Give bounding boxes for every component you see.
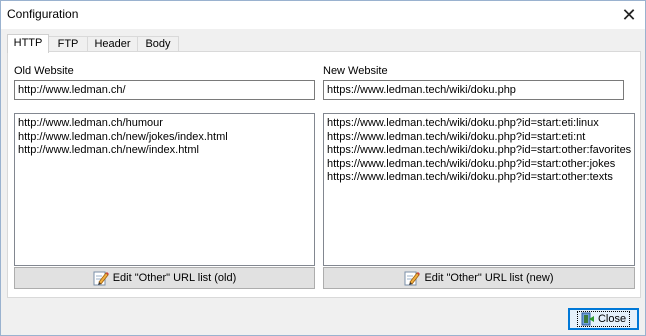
close-button-label: Close [597, 313, 627, 325]
list-item[interactable]: https://www.ledman.tech/wiki/doku.php?id… [327, 144, 631, 158]
list-item[interactable]: http://www.ledman.ch/new/index.html [18, 144, 311, 158]
tab-ftp[interactable]: FTP [48, 36, 88, 52]
list-item[interactable]: https://www.ledman.tech/wiki/doku.php?id… [327, 117, 631, 131]
door-exit-icon [581, 312, 594, 326]
list-item[interactable]: http://www.ledman.ch/humour [18, 117, 311, 131]
close-button[interactable]: Close [568, 308, 639, 330]
old-url-list[interactable]: http://www.ledman.ch/humour http://www.l… [14, 113, 315, 266]
http-tab-panel: Old Website http://www.ledman.ch/ http:/… [7, 51, 641, 298]
list-item[interactable]: http://www.ledman.ch/new/jokes/index.htm… [18, 131, 311, 145]
new-website-input[interactable]: https://www.ledman.tech/wiki/doku.php [323, 80, 624, 100]
list-item[interactable]: https://www.ledman.tech/wiki/doku.php?id… [327, 158, 631, 172]
edit-old-url-list-button[interactable]: Edit "Other" URL list (old) [14, 267, 315, 289]
close-button-focus: Close [576, 311, 631, 327]
edit-new-url-list-label: Edit "Other" URL list (new) [424, 272, 554, 284]
pencil-icon [93, 271, 109, 286]
window-title: Configuration [7, 7, 79, 21]
tab-body[interactable]: Body [137, 36, 179, 52]
list-item[interactable]: https://www.ledman.tech/wiki/doku.php?id… [327, 171, 631, 185]
new-website-label: New Website [323, 65, 388, 77]
new-url-list[interactable]: https://www.ledman.tech/wiki/doku.php?id… [323, 113, 635, 266]
edit-old-url-list-label: Edit "Other" URL list (old) [112, 272, 237, 284]
edit-new-url-list-button[interactable]: Edit "Other" URL list (new) [323, 267, 635, 289]
old-website-label: Old Website [14, 65, 74, 77]
title-bar[interactable]: Configuration ✕ [1, 1, 645, 29]
pencil-icon [404, 271, 421, 286]
tab-header[interactable]: Header [87, 36, 138, 52]
configuration-window: Configuration ✕ HTTP FTP Header Body Old… [0, 0, 646, 336]
list-item[interactable]: https://www.ledman.tech/wiki/doku.php?id… [327, 131, 631, 145]
close-icon[interactable]: ✕ [613, 1, 645, 29]
tab-http[interactable]: HTTP [7, 34, 49, 53]
old-website-input[interactable]: http://www.ledman.ch/ [14, 80, 315, 100]
